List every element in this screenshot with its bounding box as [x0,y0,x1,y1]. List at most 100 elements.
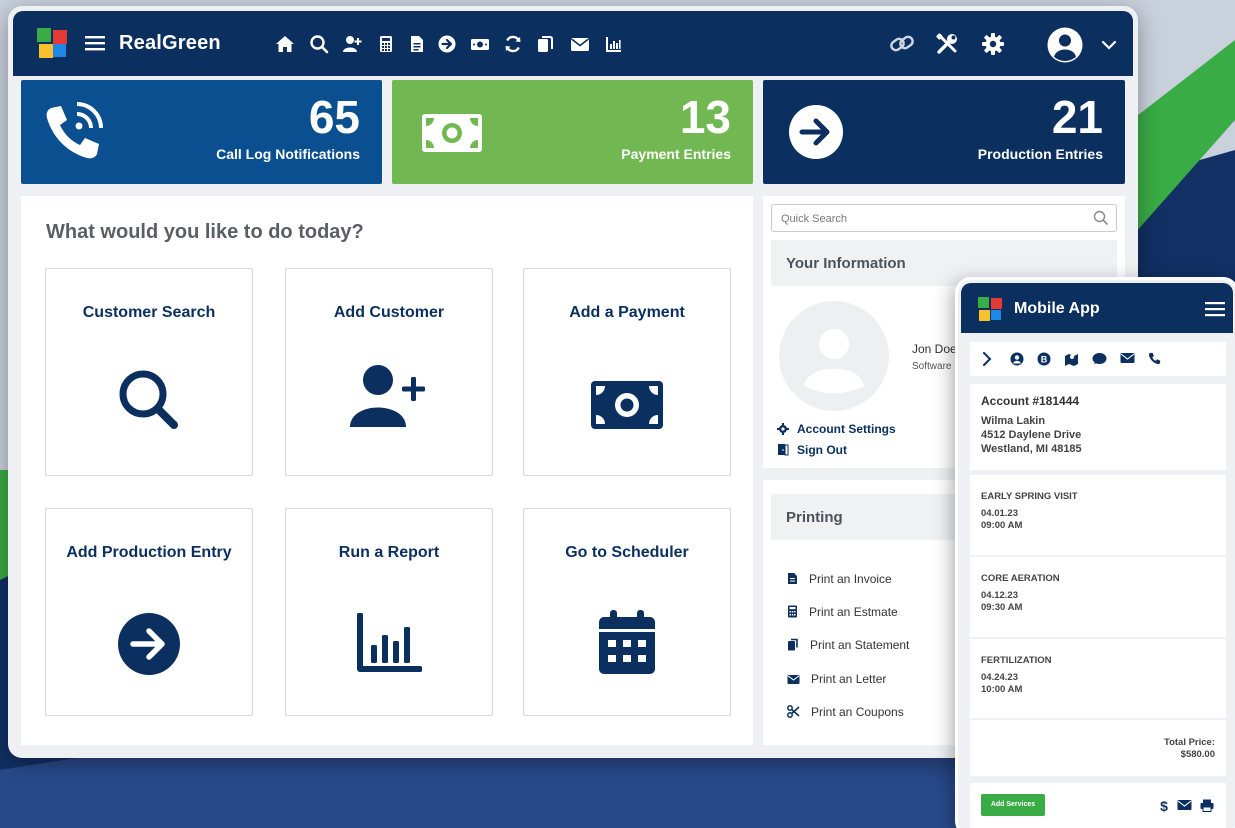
billing-icon[interactable]: B [1037,352,1051,366]
customer-search-card[interactable]: Customer Search [45,268,253,476]
mobile-app-body: Mobile App B Account #181444 Wilma Lakin… [958,280,1235,828]
add-payment-card[interactable]: Add a Payment [523,268,731,476]
print-coupons-link[interactable]: Print an Coupons [787,705,904,719]
phone-icon[interactable] [1148,352,1161,365]
calculator-icon [788,605,797,618]
dollar-icon[interactable]: $ [1159,799,1169,813]
quick-actions-panel: What would you like to do today? Custome… [21,196,753,745]
add-user-icon [350,365,425,427]
production-entries-label: Production Entries [977,146,1103,162]
arrow-circle-icon [789,105,843,159]
account-number: Account #181444 [981,394,1080,408]
address-line2: Westland, MI 48185 [981,443,1082,455]
service-date: 04.12.23 09:30 AM [981,590,1022,614]
total-price-card: Total Price: $580.00 [970,720,1226,776]
sign-out-label: Sign Out [797,443,847,457]
call-log-tile[interactable]: 65 Call Log Notifications [21,80,382,184]
home-icon[interactable] [275,34,295,54]
card-title: Add Customer [333,304,445,321]
profile-avatar-icon [779,301,889,411]
print-letter-link[interactable]: Print an Letter [787,672,886,686]
service-name: FERTILIZATION [981,655,1052,666]
chevron-down-icon[interactable] [1101,38,1117,52]
mail-icon[interactable] [1120,352,1135,364]
door-exit-icon [778,444,789,456]
user-avatar-icon[interactable] [1047,27,1083,63]
mobile-app-title: Mobile App [1014,300,1100,317]
service-card[interactable]: FERTILIZATION 04.24.23 10:00 AM [970,639,1226,718]
add-user-icon[interactable] [342,34,362,54]
copy-icon[interactable] [535,34,555,54]
mobile-header: Mobile App [961,283,1233,333]
scissors-icon [787,705,800,718]
production-entries-count: 21 [1051,91,1103,143]
svg-text:$: $ [1160,799,1168,813]
quick-actions-heading: What would you like to do today? [46,221,364,243]
service-date-value: 04.01.23 [981,508,1018,519]
refresh-icon[interactable] [503,34,523,54]
user-role: Software [912,361,952,372]
account-card[interactable]: Account #181444 Wilma Lakin 4512 Daylene… [970,384,1226,470]
service-date-value: 04.24.23 [981,672,1018,683]
hamburger-menu-icon[interactable] [1205,301,1225,317]
tools-icon[interactable] [935,32,959,56]
card-title: Add Production Entry [66,544,232,561]
print-invoice-label: Print an Invoice [809,572,892,586]
mail-icon[interactable] [570,34,590,54]
card-title: Go to Scheduler [565,544,689,561]
your-information-title: Your Information [786,255,906,272]
search-icon[interactable] [1093,210,1109,226]
mail-icon [787,675,800,684]
map-icon[interactable] [1064,352,1079,366]
user-name: Jon Doe [912,342,957,356]
call-log-count: 65 [308,91,360,143]
chart-icon[interactable] [604,34,624,54]
run-report-card[interactable]: Run a Report [285,508,493,716]
print-letter-label: Print an Letter [811,672,887,686]
print-estimate-link[interactable]: Print an Estmate [787,605,898,619]
realgreen-logo [37,28,67,58]
add-services-button[interactable]: Add Services [981,794,1045,816]
service-date: 04.01.23 09:00 AM [981,508,1022,532]
gear-icon[interactable] [981,32,1005,56]
sign-out-link[interactable]: Sign Out [777,443,847,457]
realgreen-logo [978,297,1002,321]
total-price: Total Price: $580.00 [1164,737,1215,761]
print-invoice-link[interactable]: Print an Invoice [787,572,892,586]
hamburger-menu-icon[interactable] [84,33,106,53]
service-card[interactable]: CORE AERATION 04.12.23 09:30 AM [970,557,1226,637]
print-coupons-label: Print an Coupons [811,705,904,719]
copy-icon [788,638,798,651]
service-card[interactable]: EARLY SPRING VISIT 04.01.23 09:00 AM [970,475,1226,555]
total-price-label: Total Price: [1163,737,1215,748]
svg-text:B: B [1041,355,1048,365]
customer-name: Wilma Lakin [981,415,1046,427]
quick-search-input[interactable]: Quick Search [771,204,1117,232]
service-name: CORE AERATION [981,573,1060,584]
brand-name: RealGreen [119,32,221,54]
chat-icon[interactable] [1092,352,1107,366]
production-entries-tile[interactable]: 21 Production Entries [763,80,1125,184]
go-to-scheduler-card[interactable]: Go to Scheduler [523,508,731,716]
print-statement-link[interactable]: Print an Statement [787,638,909,652]
arrow-circle-icon[interactable] [437,34,457,54]
printing-title: Printing [786,509,843,526]
mail-icon[interactable] [1177,799,1192,811]
money-icon[interactable] [470,34,490,54]
add-customer-card[interactable]: Add Customer [285,268,493,476]
link-icon[interactable] [889,32,915,56]
document-icon[interactable] [407,34,427,54]
service-date: 04.24.23 10:00 AM [981,672,1022,696]
account-settings-label: Account Settings [797,422,896,436]
chevron-right-icon[interactable] [982,352,992,366]
search-icon[interactable] [309,34,329,54]
mobile-app-window: Mobile App B Account #181444 Wilma Lakin… [955,277,1235,828]
account-settings-link[interactable]: Account Settings [777,422,896,436]
add-production-entry-card[interactable]: Add Production Entry [45,508,253,716]
money-icon [422,114,482,152]
payment-entries-tile[interactable]: 13 Payment Entries [392,80,753,184]
user-circle-icon[interactable] [1010,352,1024,366]
print-icon[interactable] [1200,799,1214,812]
service-name: EARLY SPRING VISIT [981,491,1078,502]
calculator-icon[interactable] [376,34,396,54]
